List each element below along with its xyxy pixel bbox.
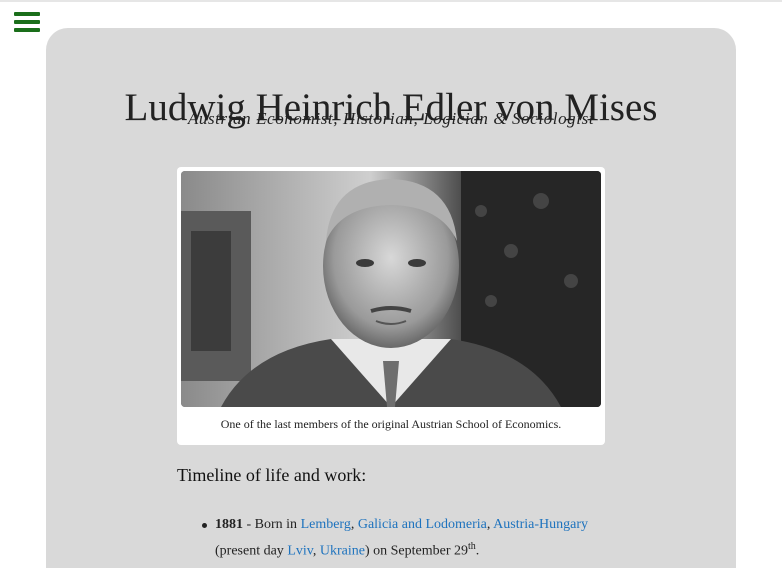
timeline-year: 1881 (215, 517, 243, 532)
timeline-text: (present day (215, 543, 288, 559)
hamburger-menu-icon[interactable] (14, 12, 40, 33)
bullet-icon (202, 523, 207, 528)
timeline-separator: , (312, 543, 320, 559)
top-border (0, 0, 782, 2)
ordinal-suffix: th (467, 541, 476, 552)
link-lemberg[interactable]: Lemberg (301, 517, 351, 532)
timeline-period: . (475, 543, 480, 559)
timeline-item: 1881 - Born in Lemberg, Galicia and Lodo… (177, 514, 617, 563)
link-austria-hungary[interactable]: Austria-Hungary (493, 517, 588, 532)
link-ukraine[interactable]: Ukraine (320, 544, 365, 559)
portrait-figure: One of the last members of the original … (177, 167, 605, 445)
figure-caption: One of the last members of the original … (220, 417, 562, 431)
page-subtitle: Austrian Economist, Historian, Logician … (187, 109, 595, 128)
timeline-heading: Timeline of life and work: (177, 465, 367, 485)
link-galicia-and-lodomeria[interactable]: Galicia and Lodomeria (358, 517, 487, 532)
timeline-text: - Born in (243, 517, 301, 532)
timeline-text: ) on September 29 (364, 543, 468, 559)
timeline-separator: , (350, 517, 358, 532)
link-lviv[interactable]: Lviv (287, 544, 313, 559)
content-panel: Ludwig Heinrich Edler von Mises Austrian… (46, 28, 736, 568)
portrait-photo (181, 171, 601, 407)
timeline-list: 1881 - Born in Lemberg, Galicia and Lodo… (177, 514, 617, 563)
